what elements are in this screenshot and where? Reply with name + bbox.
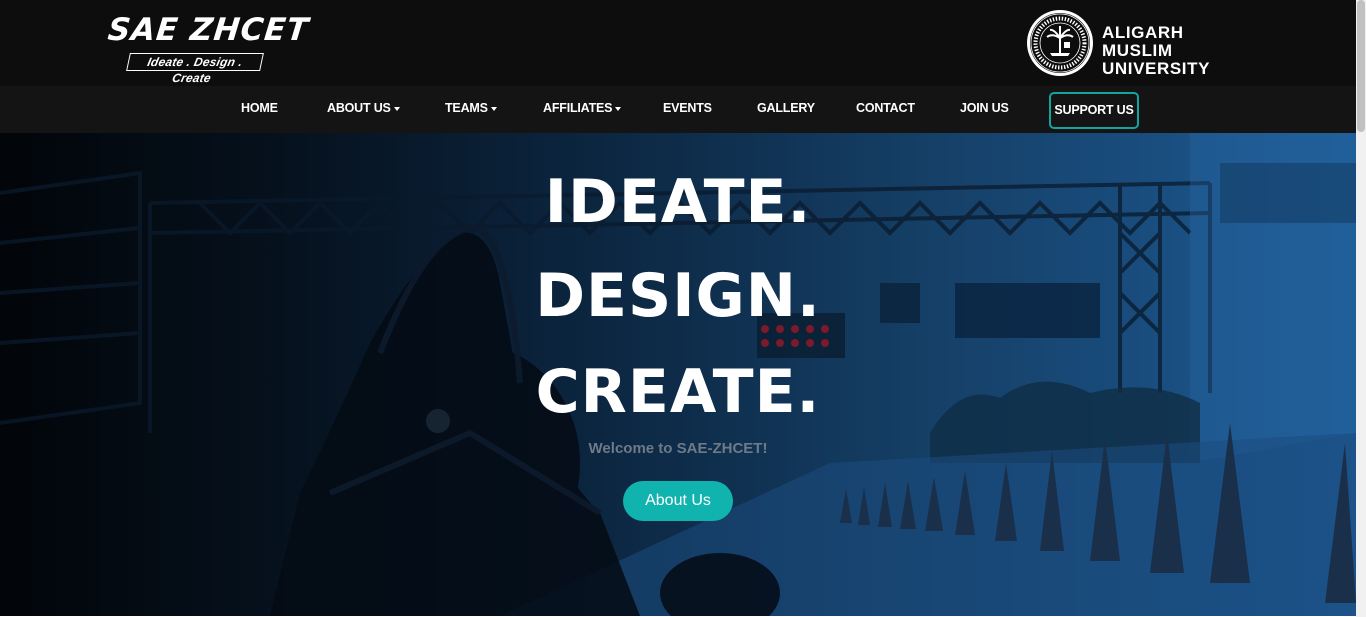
hero-heading-create: CREATE. bbox=[535, 357, 821, 427]
caret-down-icon bbox=[615, 106, 622, 111]
caret-down-icon bbox=[490, 106, 497, 111]
university-name-line2: UNIVERSITY bbox=[1102, 59, 1211, 78]
site-header: SAE ZHCET Ideate . Design . Create ALIGA… bbox=[0, 0, 1356, 86]
nav-item-home[interactable]: HOME bbox=[241, 86, 278, 133]
nav-item-label: ABOUT US bbox=[327, 101, 391, 115]
hero-heading-design: DESIGN. bbox=[535, 261, 821, 331]
nav-item-label: AFFILIATES bbox=[543, 101, 613, 115]
scrollbar-thumb[interactable] bbox=[1357, 0, 1365, 132]
amu-emblem-icon bbox=[1027, 10, 1093, 76]
nav-item-label: TEAMS bbox=[445, 101, 488, 115]
hero-welcome-text: Welcome to SAE-ZHCET! bbox=[588, 440, 768, 457]
main-nav: HOME ABOUT US TEAMS AFFILIATES EVENTS GA… bbox=[0, 86, 1356, 133]
nav-item-label: CONTACT bbox=[856, 101, 915, 115]
nav-item-label: EVENTS bbox=[663, 101, 712, 115]
nav-item-about-us[interactable]: ABOUT US bbox=[327, 86, 400, 133]
university-name: ALIGARH MUSLIM UNIVERSITY bbox=[1102, 24, 1258, 78]
nav-item-label: HOME bbox=[241, 101, 278, 115]
logo-tagline-box: Ideate . Design . Create bbox=[126, 53, 264, 85]
support-us-button[interactable]: SUPPORT US bbox=[1049, 92, 1139, 129]
page-scrollbar[interactable] bbox=[1356, 0, 1366, 617]
nav-item-join-us[interactable]: JOIN US bbox=[960, 86, 1009, 133]
nav-item-label: JOIN US bbox=[960, 101, 1009, 115]
hero-section: IDEATE. DESIGN. CREATE. Welcome to SAE-Z… bbox=[0, 133, 1356, 616]
logo-text: SAE ZHCET bbox=[106, 12, 311, 48]
amu-logo[interactable]: ALIGARH MUSLIM UNIVERSITY bbox=[1026, 9, 1258, 78]
nav-item-gallery[interactable]: GALLERY bbox=[757, 86, 815, 133]
about-us-button[interactable]: About Us bbox=[623, 481, 733, 521]
nav-item-events[interactable]: EVENTS bbox=[663, 86, 712, 133]
sae-zhcet-logo[interactable]: SAE ZHCET Ideate . Design . Create bbox=[106, 12, 311, 85]
hero-heading-ideate: IDEATE. bbox=[544, 167, 812, 237]
nav-item-label: GALLERY bbox=[757, 101, 815, 115]
logo-tagline: Ideate . Design . Create bbox=[146, 55, 244, 85]
nav-item-contact[interactable]: CONTACT bbox=[856, 86, 915, 133]
caret-down-icon bbox=[393, 106, 400, 111]
nav-item-teams[interactable]: TEAMS bbox=[445, 86, 497, 133]
nav-item-affiliates[interactable]: AFFILIATES bbox=[543, 86, 622, 133]
university-name-line1: ALIGARH MUSLIM bbox=[1102, 23, 1184, 60]
